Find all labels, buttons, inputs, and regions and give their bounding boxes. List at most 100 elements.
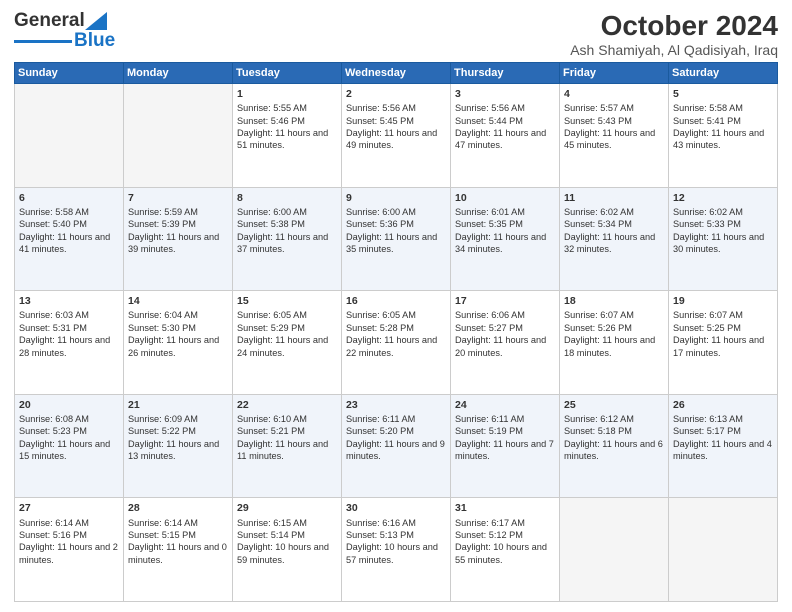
sunrise-text: Sunrise: 6:11 AM <box>346 413 446 425</box>
title-block: October 2024 Ash Shamiyah, Al Qadisiyah,… <box>570 10 778 58</box>
sunrise-text: Sunrise: 6:01 AM <box>455 206 555 218</box>
sunset-text: Sunset: 5:45 PM <box>346 115 446 127</box>
daylight-text: Daylight: 11 hours and 35 minutes. <box>346 231 446 256</box>
calendar-header-friday: Friday <box>560 63 669 84</box>
calendar-cell: 12Sunrise: 6:02 AMSunset: 5:33 PMDayligh… <box>669 187 778 291</box>
sunset-text: Sunset: 5:44 PM <box>455 115 555 127</box>
sunset-text: Sunset: 5:21 PM <box>237 425 337 437</box>
sunset-text: Sunset: 5:40 PM <box>19 218 119 230</box>
sunset-text: Sunset: 5:14 PM <box>237 529 337 541</box>
calendar-header-sunday: Sunday <box>15 63 124 84</box>
sunrise-text: Sunrise: 5:58 AM <box>673 102 773 114</box>
calendar-cell <box>560 498 669 602</box>
day-number: 23 <box>346 398 446 412</box>
sunrise-text: Sunrise: 5:56 AM <box>346 102 446 114</box>
sunset-text: Sunset: 5:18 PM <box>564 425 664 437</box>
day-number: 6 <box>19 191 119 205</box>
sunset-text: Sunset: 5:19 PM <box>455 425 555 437</box>
sunrise-text: Sunrise: 6:16 AM <box>346 517 446 529</box>
calendar-cell: 11Sunrise: 6:02 AMSunset: 5:34 PMDayligh… <box>560 187 669 291</box>
sunset-text: Sunset: 5:27 PM <box>455 322 555 334</box>
sunrise-text: Sunrise: 6:12 AM <box>564 413 664 425</box>
day-number: 21 <box>128 398 228 412</box>
sunset-text: Sunset: 5:46 PM <box>237 115 337 127</box>
calendar-cell: 13Sunrise: 6:03 AMSunset: 5:31 PMDayligh… <box>15 291 124 395</box>
daylight-text: Daylight: 11 hours and 9 minutes. <box>346 438 446 463</box>
day-number: 18 <box>564 294 664 308</box>
calendar-cell: 30Sunrise: 6:16 AMSunset: 5:13 PMDayligh… <box>342 498 451 602</box>
sunrise-text: Sunrise: 6:15 AM <box>237 517 337 529</box>
calendar-cell: 18Sunrise: 6:07 AMSunset: 5:26 PMDayligh… <box>560 291 669 395</box>
calendar-header-monday: Monday <box>124 63 233 84</box>
daylight-text: Daylight: 11 hours and 24 minutes. <box>237 334 337 359</box>
calendar-week-row: 6Sunrise: 5:58 AMSunset: 5:40 PMDaylight… <box>15 187 778 291</box>
sunset-text: Sunset: 5:33 PM <box>673 218 773 230</box>
calendar-cell: 15Sunrise: 6:05 AMSunset: 5:29 PMDayligh… <box>233 291 342 395</box>
calendar-cell <box>124 84 233 188</box>
daylight-text: Daylight: 11 hours and 43 minutes. <box>673 127 773 152</box>
daylight-text: Daylight: 11 hours and 37 minutes. <box>237 231 337 256</box>
calendar-header-saturday: Saturday <box>669 63 778 84</box>
sunset-text: Sunset: 5:25 PM <box>673 322 773 334</box>
sunrise-text: Sunrise: 6:07 AM <box>673 309 773 321</box>
day-number: 4 <box>564 87 664 101</box>
sunset-text: Sunset: 5:13 PM <box>346 529 446 541</box>
daylight-text: Daylight: 11 hours and 13 minutes. <box>128 438 228 463</box>
daylight-text: Daylight: 11 hours and 34 minutes. <box>455 231 555 256</box>
calendar-week-row: 13Sunrise: 6:03 AMSunset: 5:31 PMDayligh… <box>15 291 778 395</box>
day-number: 7 <box>128 191 228 205</box>
sunrise-text: Sunrise: 6:08 AM <box>19 413 119 425</box>
calendar-cell: 9Sunrise: 6:00 AMSunset: 5:36 PMDaylight… <box>342 187 451 291</box>
calendar-week-row: 1Sunrise: 5:55 AMSunset: 5:46 PMDaylight… <box>15 84 778 188</box>
sunrise-text: Sunrise: 6:02 AM <box>564 206 664 218</box>
sunrise-text: Sunrise: 6:05 AM <box>346 309 446 321</box>
sunrise-text: Sunrise: 6:10 AM <box>237 413 337 425</box>
day-number: 28 <box>128 501 228 515</box>
daylight-text: Daylight: 11 hours and 45 minutes. <box>564 127 664 152</box>
daylight-text: Daylight: 11 hours and 15 minutes. <box>19 438 119 463</box>
logo: General Blue <box>14 10 115 52</box>
sunset-text: Sunset: 5:43 PM <box>564 115 664 127</box>
calendar-cell: 14Sunrise: 6:04 AMSunset: 5:30 PMDayligh… <box>124 291 233 395</box>
daylight-text: Daylight: 10 hours and 57 minutes. <box>346 541 446 566</box>
daylight-text: Daylight: 11 hours and 28 minutes. <box>19 334 119 359</box>
day-number: 26 <box>673 398 773 412</box>
sunrise-text: Sunrise: 6:14 AM <box>128 517 228 529</box>
page: General Blue October 2024 Ash Shamiyah, … <box>0 0 792 612</box>
daylight-text: Daylight: 11 hours and 0 minutes. <box>128 541 228 566</box>
day-number: 27 <box>19 501 119 515</box>
sunset-text: Sunset: 5:34 PM <box>564 218 664 230</box>
daylight-text: Daylight: 11 hours and 39 minutes. <box>128 231 228 256</box>
calendar-cell: 19Sunrise: 6:07 AMSunset: 5:25 PMDayligh… <box>669 291 778 395</box>
calendar-cell: 2Sunrise: 5:56 AMSunset: 5:45 PMDaylight… <box>342 84 451 188</box>
day-number: 20 <box>19 398 119 412</box>
sunset-text: Sunset: 5:29 PM <box>237 322 337 334</box>
calendar-cell: 28Sunrise: 6:14 AMSunset: 5:15 PMDayligh… <box>124 498 233 602</box>
sunset-text: Sunset: 5:39 PM <box>128 218 228 230</box>
sunrise-text: Sunrise: 5:56 AM <box>455 102 555 114</box>
day-number: 1 <box>237 87 337 101</box>
calendar-cell: 7Sunrise: 5:59 AMSunset: 5:39 PMDaylight… <box>124 187 233 291</box>
day-number: 12 <box>673 191 773 205</box>
logo-general: General <box>14 10 85 32</box>
daylight-text: Daylight: 11 hours and 26 minutes. <box>128 334 228 359</box>
daylight-text: Daylight: 11 hours and 2 minutes. <box>19 541 119 566</box>
sunset-text: Sunset: 5:31 PM <box>19 322 119 334</box>
daylight-text: Daylight: 11 hours and 30 minutes. <box>673 231 773 256</box>
daylight-text: Daylight: 11 hours and 20 minutes. <box>455 334 555 359</box>
day-number: 13 <box>19 294 119 308</box>
day-number: 29 <box>237 501 337 515</box>
daylight-text: Daylight: 11 hours and 47 minutes. <box>455 127 555 152</box>
main-title: October 2024 <box>570 10 778 42</box>
daylight-text: Daylight: 11 hours and 41 minutes. <box>19 231 119 256</box>
calendar-cell: 10Sunrise: 6:01 AMSunset: 5:35 PMDayligh… <box>451 187 560 291</box>
daylight-text: Daylight: 11 hours and 51 minutes. <box>237 127 337 152</box>
sunrise-text: Sunrise: 6:00 AM <box>237 206 337 218</box>
calendar-cell: 3Sunrise: 5:56 AMSunset: 5:44 PMDaylight… <box>451 84 560 188</box>
sunrise-text: Sunrise: 6:05 AM <box>237 309 337 321</box>
calendar-cell: 21Sunrise: 6:09 AMSunset: 5:22 PMDayligh… <box>124 394 233 498</box>
sub-title: Ash Shamiyah, Al Qadisiyah, Iraq <box>570 42 778 58</box>
sunrise-text: Sunrise: 6:04 AM <box>128 309 228 321</box>
calendar-cell <box>669 498 778 602</box>
sunrise-text: Sunrise: 6:11 AM <box>455 413 555 425</box>
